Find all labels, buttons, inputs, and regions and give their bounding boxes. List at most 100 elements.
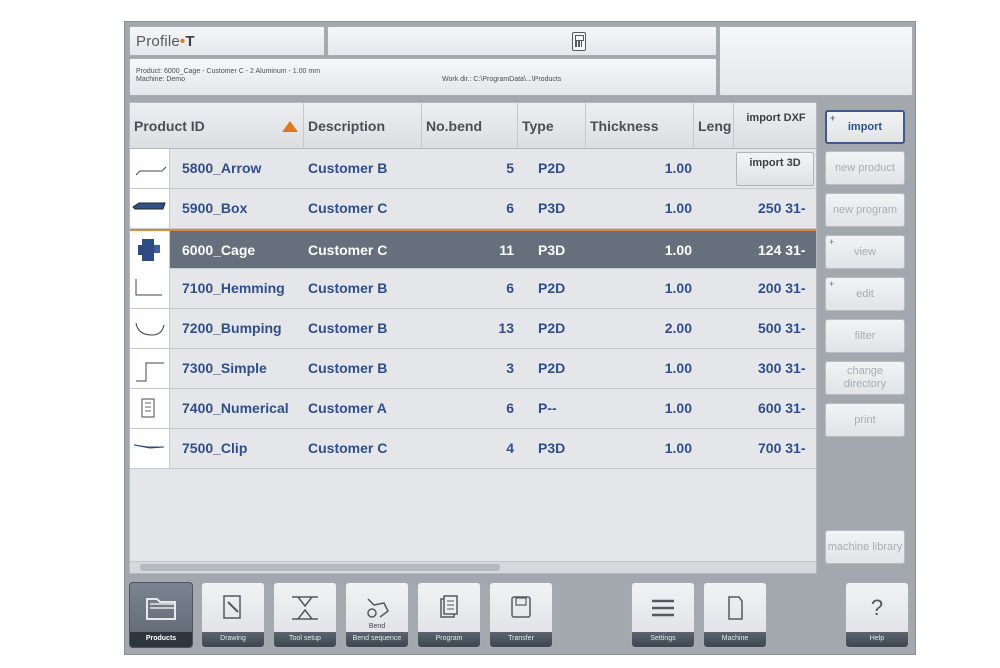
cell-product-id: 5900_Box xyxy=(182,200,248,216)
products-folder-icon xyxy=(146,598,176,620)
nav-settings-button[interactable]: Settings xyxy=(631,582,695,648)
nav-help-button[interactable]: ? Help xyxy=(845,582,909,648)
cell-type: P2D xyxy=(538,320,566,336)
cell-thickness: 1.00 xyxy=(664,280,692,296)
numerical-profile-icon xyxy=(130,389,170,428)
change-directory-button[interactable]: change directory xyxy=(825,361,905,395)
app-window: Profile•T Product: 6000_Cage - Customer … xyxy=(124,21,916,655)
products-table: Product ID Description No.bend Type Thic… xyxy=(129,102,817,574)
arrow-profile-icon xyxy=(130,149,170,188)
cage-profile-icon xyxy=(130,231,170,270)
nav-transfer-label: Transfer xyxy=(490,632,552,647)
nav-machine-label: Machine xyxy=(704,632,766,647)
cell-type: P2D xyxy=(538,160,566,176)
cell-no-bend: 11 xyxy=(499,242,514,258)
calculator-panel xyxy=(327,26,717,56)
cell-no-bend: 13 xyxy=(498,320,514,336)
import-dxf-column-button[interactable]: import DXF xyxy=(739,105,813,145)
simple-profile-icon xyxy=(130,349,170,388)
cell-length: 600 31- xyxy=(758,400,806,416)
cell-thickness: 1.00 xyxy=(664,200,692,216)
view-button[interactable]: + view xyxy=(825,235,905,269)
table-header: Product ID Description No.bend Type Thic… xyxy=(130,103,816,149)
cell-product-id: 7100_Hemming xyxy=(182,280,285,296)
table-row[interactable]: 7200_Bumping Customer B 13 P2D 2.00 500 31- xyxy=(130,309,816,349)
new-product-button[interactable]: new product xyxy=(825,151,905,185)
nav-settings-label: Settings xyxy=(632,632,694,647)
cell-thickness: 1.00 xyxy=(664,400,692,416)
scrollbar-thumb[interactable] xyxy=(140,564,500,571)
cell-length: 124 31- xyxy=(758,242,806,258)
nav-drawing-button[interactable]: Drawing xyxy=(201,582,265,648)
column-header-thickness[interactable]: Thickness xyxy=(586,103,694,149)
workdir-text: Work dir.: C:\ProgramData\...\Products xyxy=(442,76,562,83)
status-panel xyxy=(719,26,913,96)
column-header-no-bend[interactable]: No.bend xyxy=(422,103,518,149)
import-3d-button[interactable]: import 3D xyxy=(736,152,814,186)
clip-profile-icon xyxy=(130,429,170,468)
cell-no-bend: 6 xyxy=(506,280,514,296)
help-question-icon: ? xyxy=(870,595,884,620)
cell-description: Customer B xyxy=(308,320,388,336)
cell-length: 200 31- xyxy=(758,280,806,296)
cell-thickness: 1.00 xyxy=(664,160,692,176)
nav-products-button[interactable]: Products xyxy=(129,582,193,648)
machine-icon xyxy=(728,596,743,620)
filter-button[interactable]: filter xyxy=(825,319,905,353)
edit-button[interactable]: + edit xyxy=(825,277,905,311)
table-row[interactable]: 7300_Simple Customer B 3 P2D 1.00 300 31- xyxy=(130,349,816,389)
cell-length: 300 31- xyxy=(758,360,806,376)
cell-description: Customer A xyxy=(308,400,387,416)
cell-type: P2D xyxy=(538,360,566,376)
cell-length: 250 31- xyxy=(758,200,806,216)
cell-no-bend: 3 xyxy=(506,360,514,376)
drawing-icon xyxy=(223,595,241,619)
nav-program-button[interactable]: Program xyxy=(417,582,481,648)
cell-type: P3D xyxy=(538,200,566,216)
nav-products-label: Products xyxy=(130,632,192,647)
nav-bend-sequence-button[interactable]: Bend Bend sequence xyxy=(345,582,409,648)
table-row[interactable]: 5800_Arrow Customer B 5 P2D 1.00 import 3D xyxy=(130,149,816,189)
cell-no-bend: 4 xyxy=(506,440,514,456)
nav-tool-setup-label: Tool setup xyxy=(274,632,336,647)
table-row[interactable]: 7100_Hemming Customer B 6 P2D 1.00 200 31- xyxy=(130,269,816,309)
bumping-profile-icon xyxy=(130,309,170,348)
machine-library-button[interactable]: machine library xyxy=(825,530,905,564)
bend-sequence-icon xyxy=(367,598,389,618)
nav-transfer-button[interactable]: Transfer xyxy=(489,582,553,648)
print-button[interactable]: print xyxy=(825,403,905,437)
cell-description: Customer B xyxy=(308,360,388,376)
table-row[interactable]: 5900_Box Customer C 6 P3D 1.00 250 31- xyxy=(130,189,816,229)
cell-no-bend: 5 xyxy=(506,160,514,176)
column-header-description[interactable]: Description xyxy=(304,103,422,149)
cell-type: P3D xyxy=(538,440,566,456)
column-header-type[interactable]: Type xyxy=(518,103,586,149)
calculator-icon[interactable] xyxy=(572,32,586,51)
cell-thickness: 1.00 xyxy=(664,242,692,258)
table-row[interactable]: 7500_Clip Customer C 4 P3D 1.00 700 31- xyxy=(130,429,816,469)
nav-bend-sequence-label: Bend sequence xyxy=(346,632,408,647)
sort-ascending-icon xyxy=(282,121,298,132)
bend-text: Bend xyxy=(368,623,386,630)
table-row[interactable]: 7400_Numerical Customer A 6 P-- 1.00 600 31- xyxy=(130,389,816,429)
table-row[interactable]: 6000_Cage Customer C 11 P3D 1.00 124 31- xyxy=(130,229,816,270)
cell-length: 500 31- xyxy=(758,320,806,336)
nav-machine-button[interactable]: Machine xyxy=(703,582,767,648)
floppy-disk-icon xyxy=(511,596,531,618)
new-program-button[interactable]: new program xyxy=(825,193,905,227)
nav-program-label: Program xyxy=(418,632,480,647)
import-button[interactable]: + import xyxy=(825,110,905,144)
column-header-length[interactable]: Leng xyxy=(694,103,734,149)
nav-tool-setup-button[interactable]: Tool setup xyxy=(273,582,337,648)
nav-drawing-label: Drawing xyxy=(202,632,264,647)
cell-no-bend: 6 xyxy=(506,400,514,416)
cell-product-id: 7200_Bumping xyxy=(182,320,282,336)
cell-product-id: 6000_Cage xyxy=(182,242,256,258)
column-header-product-id[interactable]: Product ID xyxy=(130,103,304,149)
horizontal-scrollbar[interactable] xyxy=(130,561,816,573)
cell-description: Customer C xyxy=(308,200,388,216)
cell-thickness: 1.00 xyxy=(664,360,692,376)
cell-description: Customer B xyxy=(308,160,388,176)
cell-description: Customer C xyxy=(308,242,388,258)
cell-product-id: 5800_Arrow xyxy=(182,160,262,176)
